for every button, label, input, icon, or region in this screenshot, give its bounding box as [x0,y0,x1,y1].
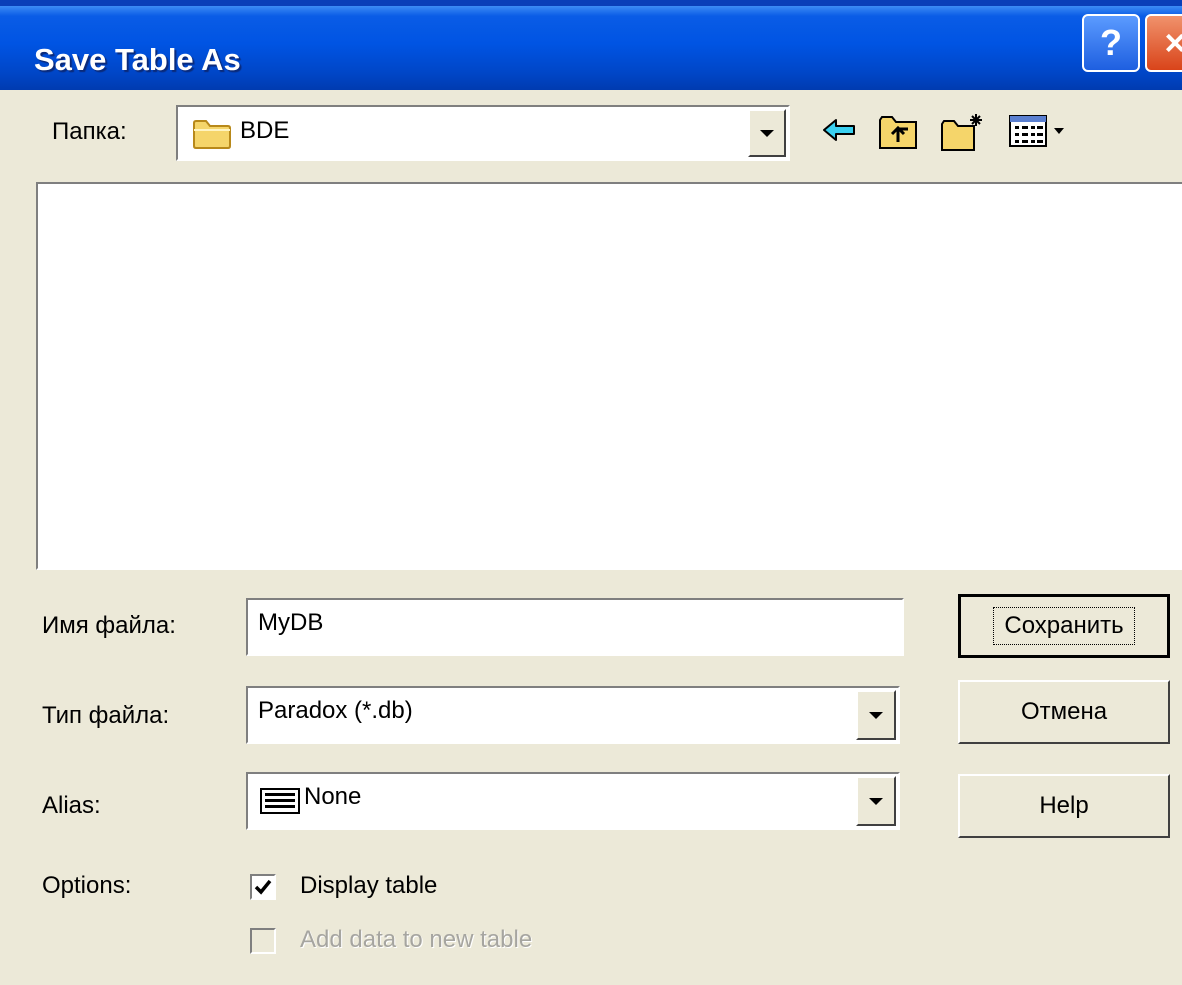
window-title: Save Table As [34,42,241,77]
alias-label: Alias: [42,792,101,819]
help-button-label: Help [1039,792,1089,819]
display-table-label: Display table [300,872,438,899]
chevron-down-icon [869,711,883,719]
folder-icon [193,120,231,149]
question-icon: ? [1100,22,1122,63]
file-type-label: Тип файла: [42,702,170,729]
chevron-down-icon [869,797,883,805]
back-arrow-icon[interactable] [820,112,860,148]
alias-value: None [304,783,362,810]
title-bar[interactable]: Save Table As ? × [0,0,1182,90]
file-name-label: Имя файла: [42,612,176,639]
cancel-button-label: Отмена [1020,698,1108,725]
up-folder-icon[interactable] [878,112,920,152]
file-type-value: Paradox (*.db) [258,697,413,724]
chevron-down-icon [760,129,774,137]
folder-dropdown-button[interactable] [748,109,786,157]
file-type-select[interactable]: Paradox (*.db) [246,686,900,744]
display-table-checkbox[interactable] [250,874,276,900]
file-list[interactable] [36,182,1182,570]
title-help-button[interactable]: ? [1082,14,1140,72]
close-icon: × [1164,22,1182,63]
folder-value: BDE [240,117,290,144]
title-close-button[interactable]: × [1145,14,1182,72]
save-button[interactable]: Сохранить [958,594,1170,658]
options-label: Options: [42,872,132,899]
add-data-label: Add data to new table [300,926,533,953]
new-folder-icon[interactable] [940,112,986,152]
cancel-button[interactable]: Отмена [958,680,1170,744]
help-button[interactable]: Help [958,774,1170,838]
alias-dropdown-button[interactable] [856,776,896,826]
alias-select[interactable]: None [246,772,900,830]
folder-combo[interactable]: BDE [176,105,790,161]
file-name-value: MyDB [258,609,324,636]
database-alias-icon [260,788,300,814]
folder-label: Папка: [52,118,127,145]
file-type-dropdown-button[interactable] [856,690,896,740]
add-data-checkbox[interactable] [250,928,276,954]
save-button-label: Сохранить [993,607,1135,645]
file-name-input[interactable]: MyDB [246,598,904,656]
view-menu-icon[interactable] [1008,112,1074,150]
checkmark-icon [254,879,272,895]
